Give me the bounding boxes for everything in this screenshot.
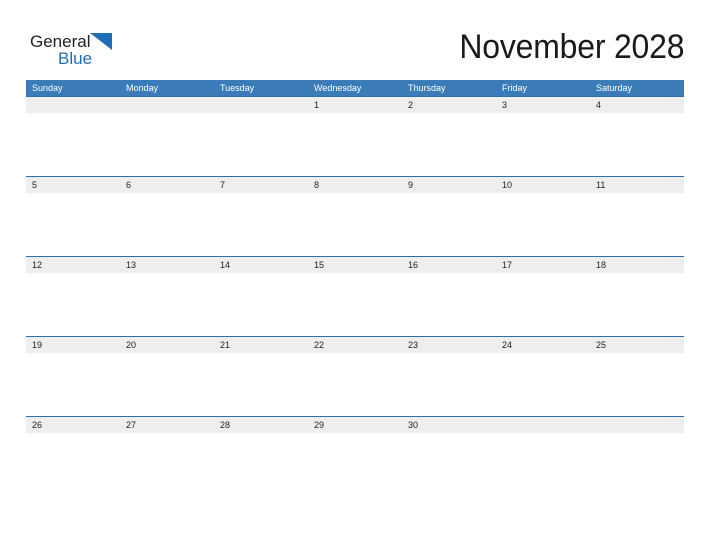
week-event-area[interactable] bbox=[26, 353, 684, 416]
day-cell[interactable]: 19 bbox=[26, 337, 120, 353]
day-cell[interactable]: 7 bbox=[214, 177, 308, 193]
calendar-grid: Sunday Monday Tuesday Wednesday Thursday… bbox=[26, 80, 684, 496]
day-cell[interactable] bbox=[120, 97, 214, 113]
week-date-band: 1 2 3 4 bbox=[26, 97, 684, 113]
day-cell[interactable]: 16 bbox=[402, 257, 496, 273]
day-cell[interactable]: 6 bbox=[120, 177, 214, 193]
week-row: 1 2 3 4 bbox=[26, 96, 684, 176]
day-cell[interactable] bbox=[590, 417, 684, 433]
day-cell[interactable]: 18 bbox=[590, 257, 684, 273]
week-event-area[interactable] bbox=[26, 273, 684, 336]
day-cell[interactable]: 29 bbox=[308, 417, 402, 433]
day-cell[interactable]: 9 bbox=[402, 177, 496, 193]
day-cell[interactable]: 2 bbox=[402, 97, 496, 113]
day-cell[interactable]: 21 bbox=[214, 337, 308, 353]
day-cell[interactable]: 12 bbox=[26, 257, 120, 273]
day-cell[interactable]: 5 bbox=[26, 177, 120, 193]
day-cell[interactable]: 8 bbox=[308, 177, 402, 193]
weekday-header-thursday: Thursday bbox=[408, 83, 446, 93]
day-cell[interactable]: 15 bbox=[308, 257, 402, 273]
day-cell[interactable] bbox=[496, 417, 590, 433]
logo-triangle-icon bbox=[90, 33, 112, 50]
day-cell[interactable] bbox=[26, 97, 120, 113]
week-row: 19 20 21 22 23 24 25 bbox=[26, 336, 684, 416]
week-row: 12 13 14 15 16 17 18 bbox=[26, 256, 684, 336]
week-date-band: 12 13 14 15 16 17 18 bbox=[26, 257, 684, 273]
day-cell[interactable]: 10 bbox=[496, 177, 590, 193]
day-cell[interactable]: 17 bbox=[496, 257, 590, 273]
week-event-area[interactable] bbox=[26, 433, 684, 496]
weekday-header-friday: Friday bbox=[502, 83, 528, 93]
page-header: General Blue November 2028 bbox=[0, 0, 712, 80]
page-title: November 2028 bbox=[459, 28, 684, 66]
day-cell[interactable]: 4 bbox=[590, 97, 684, 113]
logo-text-blue: Blue bbox=[58, 49, 92, 68]
week-event-area[interactable] bbox=[26, 193, 684, 256]
week-event-area[interactable] bbox=[26, 113, 684, 176]
week-date-band: 26 27 28 29 30 bbox=[26, 417, 684, 433]
week-date-band: 19 20 21 22 23 24 25 bbox=[26, 337, 684, 353]
weekday-header-saturday: Saturday bbox=[596, 83, 633, 93]
weekday-header-monday: Monday bbox=[126, 83, 159, 93]
week-date-band: 5 6 7 8 9 10 11 bbox=[26, 177, 684, 193]
day-cell[interactable]: 27 bbox=[120, 417, 214, 433]
weekday-header-row: Sunday Monday Tuesday Wednesday Thursday… bbox=[26, 80, 684, 96]
weekday-header-wednesday: Wednesday bbox=[314, 83, 362, 93]
week-row: 5 6 7 8 9 10 11 bbox=[26, 176, 684, 256]
general-blue-logo[interactable]: General Blue bbox=[30, 31, 126, 69]
day-cell[interactable]: 13 bbox=[120, 257, 214, 273]
day-cell[interactable]: 25 bbox=[590, 337, 684, 353]
day-cell[interactable]: 14 bbox=[214, 257, 308, 273]
day-cell[interactable]: 1 bbox=[308, 97, 402, 113]
day-cell[interactable]: 26 bbox=[26, 417, 120, 433]
weekday-header-tuesday: Tuesday bbox=[220, 83, 255, 93]
day-cell[interactable]: 22 bbox=[308, 337, 402, 353]
day-cell[interactable] bbox=[214, 97, 308, 113]
day-cell[interactable]: 30 bbox=[402, 417, 496, 433]
weekday-header-sunday: Sunday bbox=[32, 83, 63, 93]
day-cell[interactable]: 28 bbox=[214, 417, 308, 433]
logo-icon: General Blue bbox=[30, 32, 112, 68]
day-cell[interactable]: 11 bbox=[590, 177, 684, 193]
day-cell[interactable]: 23 bbox=[402, 337, 496, 353]
week-row: 26 27 28 29 30 bbox=[26, 416, 684, 496]
day-cell[interactable]: 24 bbox=[496, 337, 590, 353]
day-cell[interactable]: 20 bbox=[120, 337, 214, 353]
day-cell[interactable]: 3 bbox=[496, 97, 590, 113]
